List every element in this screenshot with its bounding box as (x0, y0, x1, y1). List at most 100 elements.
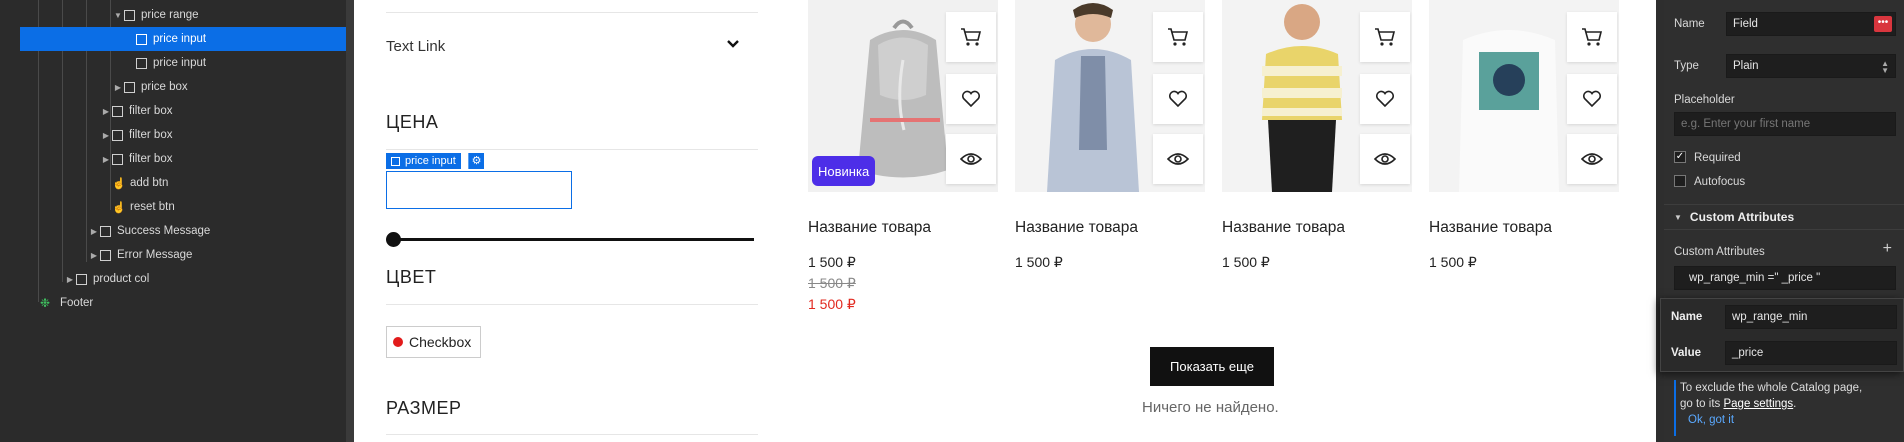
nav-item-label: price input (153, 57, 207, 69)
caret-right-icon[interactable]: ▶ (88, 251, 100, 260)
nav-item-success-message[interactable]: ▶ Success Message (0, 219, 346, 243)
price-input[interactable] (386, 171, 572, 209)
symbol-icon: ❉ (40, 296, 51, 310)
product-price: 1 500 ₽ (1429, 254, 1477, 270)
required-checkbox[interactable]: ✓ (1674, 151, 1686, 163)
add-attribute-icon[interactable]: + (1883, 240, 1892, 258)
nav-item-label: Success Message (117, 225, 211, 237)
nav-item-price-box[interactable]: ▶ price box (0, 75, 346, 99)
caret-down-icon: ▼ (1674, 212, 1682, 222)
add-to-cart-button[interactable] (1567, 12, 1617, 62)
quick-view-button[interactable] (946, 134, 996, 184)
nav-item-label: price box (141, 81, 188, 93)
price-slider-handle[interactable] (386, 232, 401, 247)
quick-view-button[interactable] (1153, 134, 1203, 184)
eye-icon (1167, 153, 1189, 165)
tip-line-2: go to its (1680, 398, 1721, 410)
nav-item-footer[interactable]: ❉ Footer (0, 291, 346, 315)
eye-icon (1581, 153, 1603, 165)
product-title[interactable]: Название товара (1429, 219, 1552, 237)
product-title[interactable]: Название товара (808, 219, 931, 237)
nav-item-price-input-selected[interactable]: price input (20, 27, 346, 51)
product-old-price: 1 500 ₽ (808, 275, 856, 291)
settings-gear-icon[interactable]: ⚙ (468, 153, 484, 169)
nav-item-filter-box[interactable]: ▶ filter box (0, 99, 346, 123)
nav-item-filter-box[interactable]: ▶ filter box (0, 123, 346, 147)
nav-item-price-range[interactable]: ▼ price range (0, 3, 346, 27)
nav-item-label: filter box (129, 105, 173, 117)
divider (386, 12, 758, 13)
chevron-down-icon[interactable] (726, 36, 740, 54)
placeholder-field[interactable]: e.g. Enter your first name (1674, 112, 1896, 136)
page-settings-link[interactable]: Page settings (1723, 398, 1793, 410)
link-hand-icon: ☝ (112, 201, 126, 214)
design-canvas: Text Link ЦЕНА price input ⚙ ЦВЕТ Checkb… (354, 0, 1656, 442)
quick-view-button[interactable] (1360, 134, 1410, 184)
add-to-cart-button[interactable] (1360, 12, 1410, 62)
element-box-icon (391, 156, 400, 166)
eye-icon (960, 153, 982, 165)
caret-right-icon[interactable]: ▶ (88, 227, 100, 236)
price-slider-track[interactable] (390, 238, 754, 241)
caret-right-icon[interactable]: ▶ (112, 83, 124, 92)
caret-down-icon[interactable]: ▼ (112, 11, 124, 20)
nav-item-label: price range (141, 9, 199, 21)
autofocus-label: Autofocus (1694, 176, 1746, 188)
add-to-cart-button[interactable] (1153, 12, 1203, 62)
color-checkbox[interactable]: Checkbox (386, 326, 481, 358)
size-section-title: РАЗМЕР (386, 398, 462, 418)
caret-right-icon[interactable]: ▶ (64, 275, 76, 284)
nav-item-reset-btn[interactable]: ☝ reset btn (0, 195, 346, 219)
popup-value-label: Value (1671, 347, 1702, 359)
element-box-icon (112, 105, 123, 117)
attribute-row[interactable]: wp_range_min =" _price " (1674, 266, 1896, 290)
product-sale-price: 1 500 ₽ (808, 296, 856, 312)
heart-icon (1168, 90, 1188, 108)
selection-tag[interactable]: price input (386, 153, 461, 169)
wishlist-button[interactable] (1567, 74, 1617, 124)
nav-item-price-input[interactable]: price input (0, 51, 346, 75)
wishlist-button[interactable] (1153, 74, 1203, 124)
wishlist-button[interactable] (1360, 74, 1410, 124)
attribute-name-input[interactable]: wp_range_min (1725, 305, 1897, 329)
wishlist-button[interactable] (946, 74, 996, 124)
attribute-value-input[interactable]: _price (1725, 341, 1897, 365)
nav-item-add-btn[interactable]: ☝ add btn (0, 171, 346, 195)
nav-item-error-message[interactable]: ▶ Error Message (0, 243, 346, 267)
nav-item-product-col[interactable]: ▶ product col (0, 267, 346, 291)
product-title[interactable]: Название товара (1222, 219, 1345, 237)
divider (386, 149, 758, 150)
product-price: 1 500 ₽ (1222, 254, 1270, 270)
nav-item-label: Error Message (117, 249, 193, 261)
nav-item-label: product col (93, 273, 150, 285)
custom-attributes-section-header[interactable]: ▼ Custom Attributes (1664, 204, 1904, 230)
quick-view-button[interactable] (1567, 134, 1617, 184)
element-box-icon (100, 225, 111, 237)
autofocus-checkbox[interactable] (1674, 175, 1686, 187)
nav-item-filter-box[interactable]: ▶ filter box (0, 147, 346, 171)
divider (386, 434, 758, 435)
product-price: 1 500 ₽ (808, 254, 856, 270)
caret-right-icon[interactable]: ▶ (100, 155, 112, 164)
more-options-icon[interactable]: ••• (1874, 16, 1892, 32)
caret-right-icon[interactable]: ▶ (100, 107, 112, 116)
name-field-value: Field (1733, 18, 1758, 30)
canvas-edge (1656, 0, 1664, 442)
nav-item-label: Footer (60, 297, 94, 309)
exclude-tip-text: To exclude the whole Catalog page, go to… (1680, 380, 1894, 412)
type-label: Type (1674, 60, 1699, 72)
attribute-edit-popup: Name wp_range_min Value _price (1660, 298, 1904, 372)
show-more-button[interactable]: Показать еще (1150, 347, 1274, 386)
text-link[interactable]: Text Link (386, 38, 445, 55)
product-price: 1 500 ₽ (1015, 254, 1063, 270)
add-to-cart-button[interactable] (946, 12, 996, 62)
type-select[interactable]: Plain ▲ ▼ (1726, 54, 1896, 78)
name-field[interactable]: Field ••• (1726, 12, 1896, 36)
navigator-scrollbar[interactable] (346, 0, 354, 442)
nav-item-label: add btn (130, 177, 169, 189)
element-box-icon (100, 249, 111, 261)
product-title[interactable]: Название товара (1015, 219, 1138, 237)
ok-got-it-link[interactable]: Ok, got it (1688, 414, 1734, 426)
name-label: Name (1674, 18, 1705, 30)
caret-right-icon[interactable]: ▶ (100, 131, 112, 140)
